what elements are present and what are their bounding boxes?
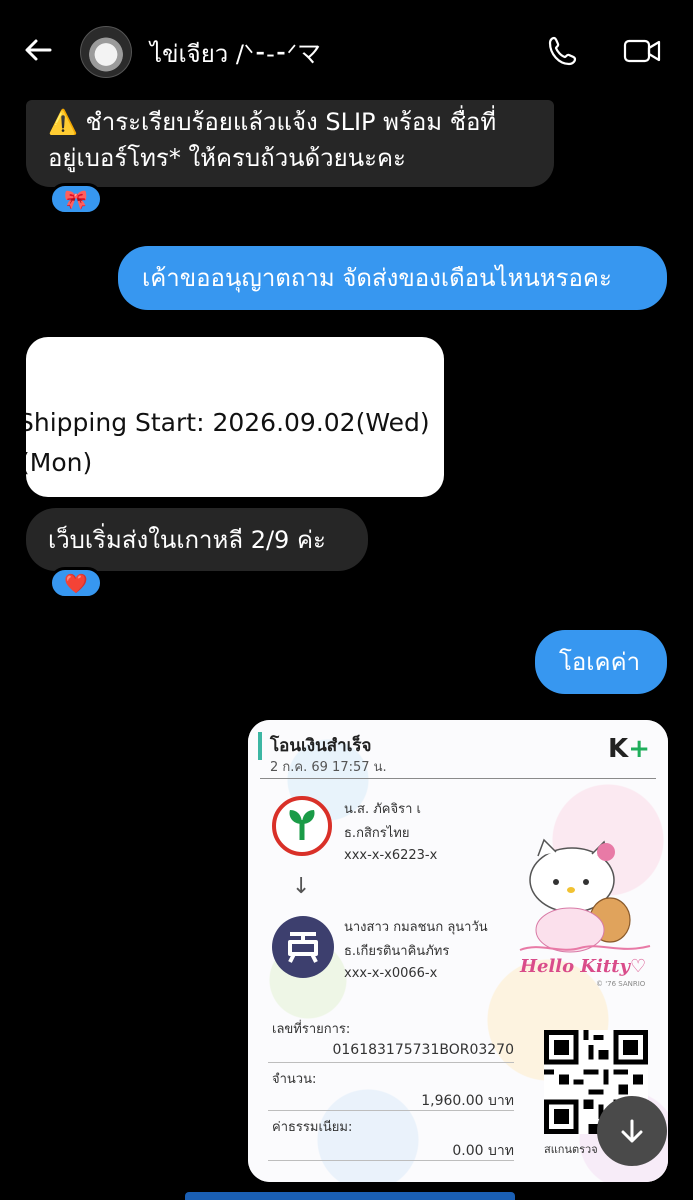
fee-value: 0.00 บาท [452, 1143, 514, 1159]
receiver-name: นางสาว กมลชนก ลุนาวัน [344, 920, 488, 935]
divider [260, 778, 656, 779]
amount-label: จำนวน: [272, 1072, 317, 1087]
message-notice[interactable]: ⚠️ ชำระเรียบร้อยแล้วแจ้ง SLIP พร้อม ชื่อ… [26, 100, 554, 187]
heart-emoji: ❤️ [64, 572, 88, 595]
sender-name: น.ส. ภัคจิรา เ [344, 802, 421, 817]
reaction-badge[interactable]: 🎀 [49, 183, 103, 215]
amount-value: 1,960.00 บาท [421, 1093, 514, 1109]
copyright-text: © '76 SANRIO [596, 980, 646, 988]
slip-datetime: 2 ก.ค. 69 17:57 น. [270, 760, 387, 775]
divider [268, 1062, 514, 1063]
arrow-left-icon[interactable] [20, 32, 56, 68]
shipping-end-text: (Mon) [26, 448, 93, 477]
message-text: เค้าขออนุญาตถาม จัดส่งของเดือนไหนหรอคะ [142, 264, 612, 292]
message-question[interactable]: เค้าขออนุญาตถาม จัดส่งของเดือนไหนหรอคะ [118, 246, 667, 310]
message-text: เว็บเริ่มส่งในเกาหลี 2/9 ค่ะ [48, 525, 326, 554]
reaction-badge[interactable]: ❤️ [49, 567, 103, 599]
scan-verify-text: สแกนตรวจ [544, 1143, 598, 1156]
chat-header: ไข่เจียว /ᐠ⁃-⁃ᐟマ [0, 0, 693, 100]
notice-line-2: อยู่เบอร์โทร* ให้ครบถ้วนด้วยนะคะ [48, 144, 406, 172]
shipping-start-text: Shipping Start: 2026.09.02(Wed) [26, 408, 430, 437]
slip-title: โอนเงินสำเร็จ [270, 736, 372, 756]
phone-icon[interactable] [546, 34, 580, 68]
kplus-logo: K+ [608, 734, 650, 764]
receiver-account: xxx-x-x0066-x [344, 966, 438, 981]
next-message-edge [185, 1192, 515, 1200]
kiatnakin-bank-logo [272, 916, 334, 978]
hello-kitty-illustration: Hello Kitty♡ © '76 SANRIO [519, 838, 651, 988]
message-ok[interactable]: โอเคค่า [535, 630, 667, 694]
message-text: โอเคค่า [559, 648, 641, 676]
receiver-bank: ธ.เกียรตินาคินภัทร [344, 944, 450, 959]
fee-label: ค่าธรรมเนียม: [272, 1120, 353, 1135]
ref-value: 016183175731BOR03270 [332, 1042, 514, 1058]
video-camera-icon[interactable] [622, 34, 662, 68]
arrow-down-icon [621, 1119, 643, 1143]
arrow-down-icon: ↓ [292, 874, 311, 899]
bow-emoji: 🎀 [64, 188, 88, 211]
scroll-to-bottom-button[interactable] [597, 1096, 667, 1166]
sender-account: xxx-x-x6223-x [344, 848, 438, 863]
title-accent-bar [258, 732, 262, 760]
hello-kitty-logo: Hello Kitty♡ [519, 956, 646, 977]
sender-bank: ธ.กสิกรไทย [344, 826, 410, 841]
message-reply[interactable]: เว็บเริ่มส่งในเกาหลี 2/9 ค่ะ [26, 508, 368, 571]
kasikorn-bank-logo [272, 796, 332, 856]
ref-label: เลขที่รายการ: [272, 1022, 351, 1037]
notice-line-1: ⚠️ ชำระเรียบร้อยแล้วแจ้ง SLIP พร้อม ชื่อ… [48, 108, 497, 136]
shipping-image[interactable]: Shipping Start: 2026.09.02(Wed) (Mon) [26, 337, 444, 497]
divider [268, 1160, 514, 1161]
contact-name[interactable]: ไข่เจียว /ᐠ⁃-⁃ᐟマ [150, 34, 321, 73]
avatar[interactable] [80, 26, 132, 78]
divider [268, 1110, 514, 1111]
